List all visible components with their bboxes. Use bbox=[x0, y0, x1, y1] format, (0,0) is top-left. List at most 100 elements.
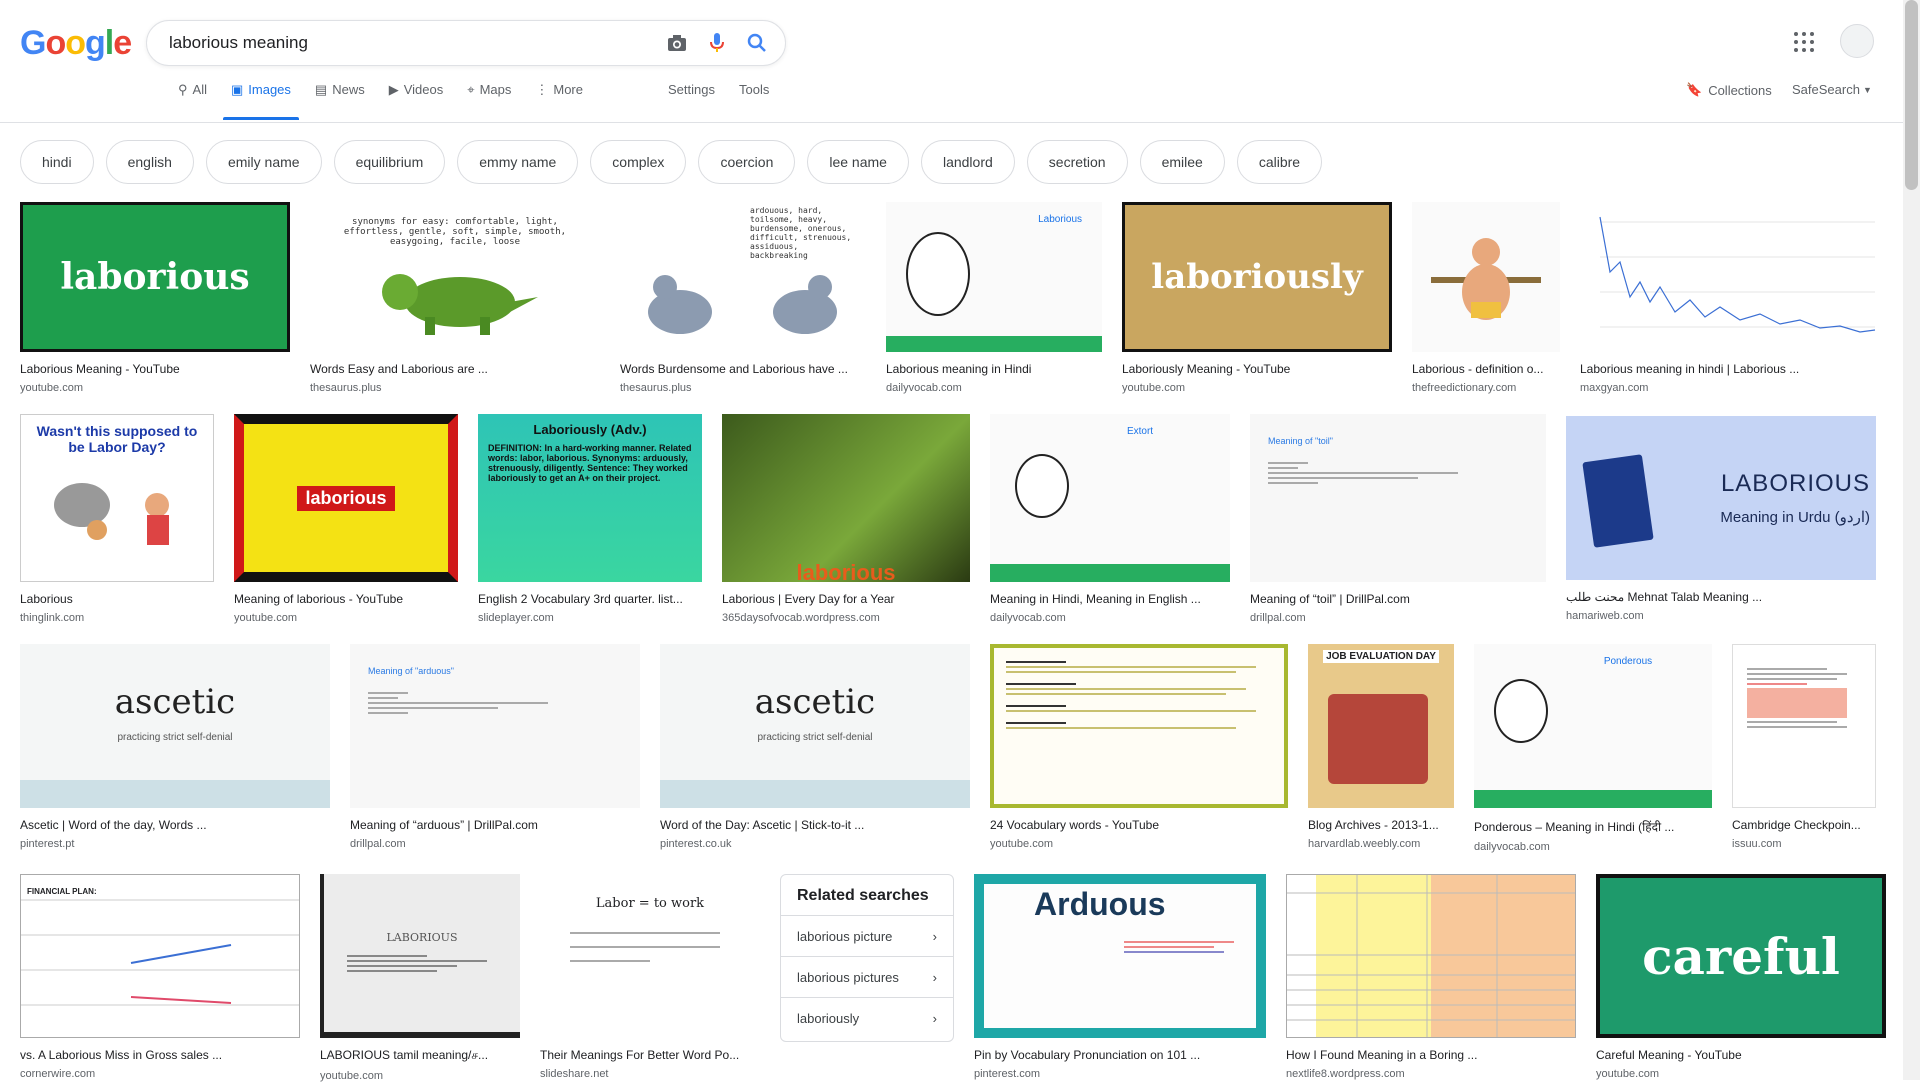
result-thumbnail[interactable]: LABORIOUS Meaning in Urdu (اردو) bbox=[1566, 416, 1876, 580]
tab-maps[interactable]: ⌖ Maps bbox=[455, 82, 523, 120]
image-result[interactable]: Extort Meaning in Hindi, Meaning in Engl… bbox=[990, 414, 1230, 624]
image-result[interactable]: Cambridge Checkpoin... issuu.com bbox=[1732, 644, 1876, 853]
text-lines bbox=[1268, 459, 1468, 487]
results-row: FINANCIAL PLAN: vs. A Laborious Miss in … bbox=[20, 874, 1886, 1082]
image-result[interactable]: Arduous Pin by Vocabulary Pronunciation … bbox=[974, 874, 1266, 1082]
result-thumbnail[interactable]: FINANCIAL PLAN: bbox=[20, 874, 300, 1038]
result-thumbnail[interactable]: Meaning of "arduous" bbox=[350, 644, 640, 808]
chip-hindi[interactable]: hindi bbox=[20, 140, 94, 184]
chip-emilee[interactable]: emilee bbox=[1139, 140, 1225, 184]
result-thumbnail[interactable]: Wasn't this supposed to be Labor Day? bbox=[20, 414, 214, 582]
image-result[interactable]: Wasn't this supposed to be Labor Day? La… bbox=[20, 414, 214, 624]
related-searches-panel: Related searches laborious picture › labo… bbox=[780, 874, 954, 1042]
chevron-right-icon: › bbox=[932, 969, 937, 985]
image-result[interactable]: 24 Vocabulary words - YouTube youtube.co… bbox=[990, 644, 1288, 853]
related-search-item[interactable]: laboriously › bbox=[781, 997, 953, 1038]
google-logo[interactable]: Google bbox=[20, 24, 132, 63]
result-thumbnail[interactable]: careful bbox=[1596, 874, 1886, 1038]
image-result[interactable]: laborious Laborious Meaning - YouTube yo… bbox=[20, 202, 290, 394]
chip-secretion[interactable]: secretion bbox=[1026, 140, 1128, 184]
video-icon: ▶ bbox=[388, 82, 399, 97]
image-result[interactable]: JOB EVALUATION DAY Blog Archives - 2013-… bbox=[1308, 644, 1454, 853]
news-icon: ▤ bbox=[314, 82, 328, 97]
result-thumbnail[interactable]: JOB EVALUATION DAY bbox=[1308, 644, 1454, 808]
avatar[interactable] bbox=[1840, 24, 1874, 58]
result-thumbnail[interactable] bbox=[990, 644, 1288, 808]
scrollbar[interactable] bbox=[1903, 0, 1920, 1080]
chip-lee-name[interactable]: lee name bbox=[807, 140, 909, 184]
image-result[interactable]: laborious Meaning of laborious - YouTube… bbox=[234, 414, 458, 624]
chip-landlord[interactable]: landlord bbox=[920, 140, 1015, 184]
tab-all[interactable]: ⚲ All bbox=[166, 82, 219, 120]
result-thumbnail[interactable]: Arduous bbox=[974, 874, 1266, 1038]
image-result[interactable]: How I Found Meaning in a Boring ... next… bbox=[1286, 874, 1576, 1082]
image-result[interactable]: Meaning of "arduous" Meaning of “arduous… bbox=[350, 644, 640, 853]
collections-link[interactable]: 🔖 Collections bbox=[1686, 82, 1772, 98]
text-lines bbox=[570, 929, 730, 965]
tab-images[interactable]: ▣ Images bbox=[219, 82, 303, 120]
tab-videos[interactable]: ▶ Videos bbox=[377, 82, 456, 120]
result-thumbnail[interactable]: Laborious bbox=[886, 202, 1102, 352]
chevron-right-icon: › bbox=[932, 1010, 937, 1026]
result-thumbnail[interactable]: ascetic practicing strict self-denial bbox=[20, 644, 330, 808]
image-result[interactable]: synonyms for easy: comfortable, light, e… bbox=[310, 202, 600, 394]
result-thumbnail[interactable]: synonyms for easy: comfortable, light, e… bbox=[310, 202, 600, 352]
image-result[interactable]: careful Careful Meaning - YouTube youtub… bbox=[1596, 874, 1886, 1082]
related-search-item[interactable]: laborious pictures › bbox=[781, 956, 953, 997]
image-result[interactable]: Laborious - definition o... thefreedicti… bbox=[1412, 202, 1560, 394]
search-box[interactable] bbox=[146, 20, 786, 66]
chip-coercion[interactable]: coercion bbox=[698, 140, 796, 184]
image-result[interactable]: laborious Laborious | Every Day for a Ye… bbox=[722, 414, 970, 624]
result-thumbnail[interactable]: laborious bbox=[234, 414, 458, 582]
settings-link[interactable]: Settings bbox=[668, 82, 715, 97]
camera-icon[interactable] bbox=[665, 31, 689, 55]
image-result[interactable]: ardouous, hard, toilsome, heavy, burdens… bbox=[620, 202, 866, 394]
tools-link[interactable]: Tools bbox=[739, 82, 769, 97]
result-thumbnail[interactable] bbox=[1732, 644, 1876, 808]
chip-emmy-name[interactable]: emmy name bbox=[457, 140, 579, 184]
dinosaur-illustration bbox=[382, 274, 538, 335]
image-result[interactable]: ascetic practicing strict self-denial Wo… bbox=[660, 644, 970, 853]
result-thumbnail[interactable]: ardouous, hard, toilsome, heavy, burdens… bbox=[620, 202, 866, 352]
result-thumbnail[interactable]: laborious bbox=[20, 202, 290, 352]
result-thumbnail[interactable] bbox=[1412, 202, 1560, 352]
image-result[interactable]: Laborious meaning in hindi | Laborious .… bbox=[1580, 202, 1880, 394]
image-result[interactable]: Labor = to work Their Meanings For Bette… bbox=[540, 874, 760, 1082]
image-result[interactable]: laboriously Laboriously Meaning - YouTub… bbox=[1122, 202, 1392, 394]
result-thumbnail[interactable]: Meaning of "toil" bbox=[1250, 414, 1546, 582]
result-thumbnail[interactable] bbox=[1580, 202, 1880, 352]
result-thumbnail[interactable]: Labor = to work bbox=[540, 874, 760, 1038]
image-result[interactable]: FINANCIAL PLAN: vs. A Laborious Miss in … bbox=[20, 874, 300, 1082]
chip-equilibrium[interactable]: equilibrium bbox=[333, 140, 446, 184]
apps-grid-icon[interactable] bbox=[1794, 32, 1814, 52]
result-thumbnail[interactable]: Laboriously (Adv.) DEFINITION: In a hard… bbox=[478, 414, 702, 582]
related-search-item[interactable]: laborious picture › bbox=[781, 915, 953, 956]
tab-news[interactable]: ▤ News bbox=[303, 82, 377, 120]
chip-calibre[interactable]: calibre bbox=[1236, 140, 1323, 184]
top-bar: Google ⚲All ▣Images ▤News ▶Videos ⌖Maps … bbox=[0, 0, 1920, 123]
chip-english[interactable]: english bbox=[105, 140, 194, 184]
image-result[interactable]: LABORIOUS Meaning in Urdu (اردو) محنت طل… bbox=[1566, 414, 1876, 624]
result-thumbnail[interactable]: Ponderous bbox=[1474, 644, 1712, 808]
results-row: ascetic practicing strict self-denial As… bbox=[20, 644, 1876, 853]
result-thumbnail[interactable] bbox=[1286, 874, 1576, 1038]
result-thumbnail[interactable]: ascetic practicing strict self-denial bbox=[660, 644, 970, 808]
result-thumbnail[interactable]: laborious bbox=[722, 414, 970, 582]
image-result[interactable]: LABORIOUS LABORIOUS tamil meaning/ச... y… bbox=[320, 874, 520, 1082]
image-result[interactable]: Laboriously (Adv.) DEFINITION: In a hard… bbox=[478, 414, 702, 624]
image-result[interactable]: Laborious Laborious meaning in Hindi dai… bbox=[886, 202, 1102, 394]
image-result[interactable]: Ponderous Ponderous – Meaning in Hindi (… bbox=[1474, 644, 1712, 853]
scrollbar-thumb[interactable] bbox=[1905, 0, 1918, 190]
result-thumbnail[interactable]: LABORIOUS bbox=[320, 874, 520, 1038]
microphone-icon[interactable] bbox=[705, 31, 729, 55]
chip-emily-name[interactable]: emily name bbox=[205, 140, 322, 184]
chip-complex[interactable]: complex bbox=[590, 140, 687, 184]
image-result[interactable]: Meaning of "toil" Meaning of “toil” | Dr… bbox=[1250, 414, 1546, 624]
search-icon[interactable] bbox=[745, 31, 769, 55]
search-input[interactable] bbox=[167, 31, 601, 55]
image-result[interactable]: ascetic practicing strict self-denial As… bbox=[20, 644, 330, 853]
result-thumbnail[interactable]: Extort bbox=[990, 414, 1230, 582]
tab-more[interactable]: ⋮ More bbox=[523, 82, 595, 120]
safesearch-dropdown[interactable]: SafeSearch ▼ bbox=[1792, 82, 1872, 97]
result-thumbnail[interactable]: laboriously bbox=[1122, 202, 1392, 352]
